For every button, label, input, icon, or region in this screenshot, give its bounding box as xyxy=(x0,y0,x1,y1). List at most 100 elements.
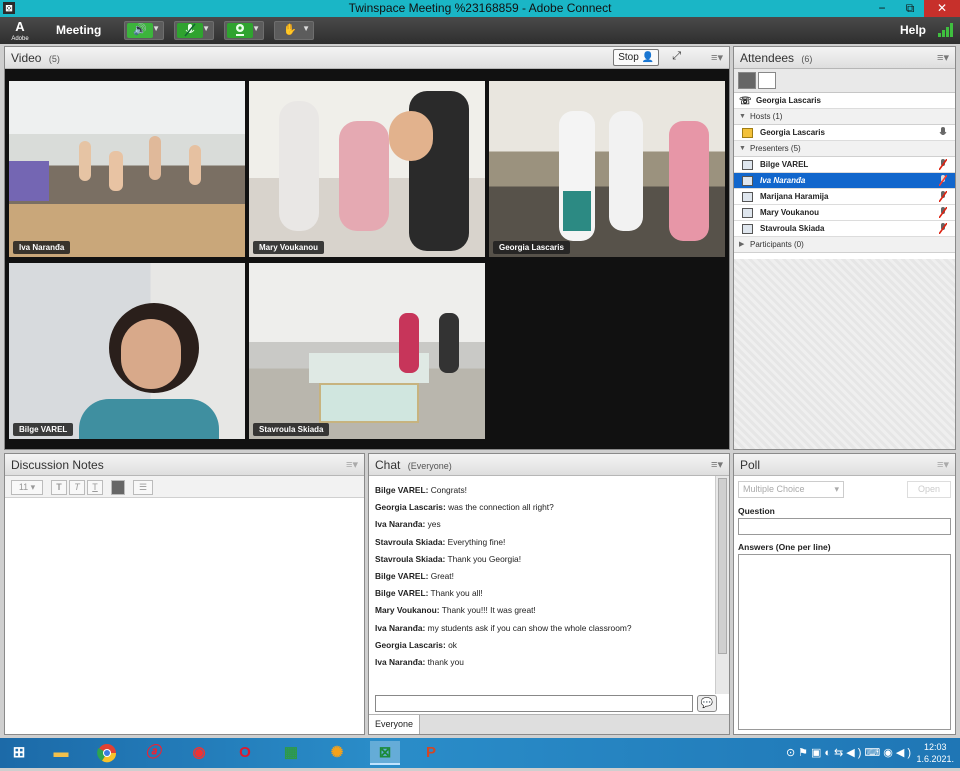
participants-group[interactable]: ▶ Participants (0) xyxy=(734,237,955,253)
poll-type-select[interactable]: Multiple Choice ▾ xyxy=(738,481,844,498)
minimize-button[interactable]: − xyxy=(868,0,896,17)
chat-message: Iva Naranđa: my students ask if you can … xyxy=(375,620,709,637)
chat-text: yes xyxy=(427,519,441,530)
italic-icon[interactable]: T xyxy=(69,480,85,495)
presenter-icon xyxy=(742,192,753,202)
chat-message: Georgia Lascaris: ok xyxy=(375,637,709,654)
chat-text: Everything fine! xyxy=(447,536,506,547)
close-button[interactable]: ✕ xyxy=(924,0,960,17)
meeting-menu[interactable]: Meeting xyxy=(56,23,101,37)
microphone-button[interactable]: ▼ xyxy=(174,21,214,40)
poll-pod-header: Poll ≡▾ xyxy=(734,454,955,476)
chat-sender: Georgia Lascaris: xyxy=(375,639,446,650)
video-tile[interactable]: Iva Naranđa xyxy=(9,81,245,257)
system-clock[interactable]: 12:03 1.6.2021. xyxy=(916,741,954,765)
status-button[interactable]: ✋ ▼ xyxy=(274,21,314,40)
app-a-icon[interactable]: ⓐ xyxy=(138,741,168,765)
calculator-icon[interactable]: ▦ xyxy=(276,741,306,765)
raise-hand-icon: ✋ xyxy=(277,23,303,38)
powerpoint-icon[interactable]: P xyxy=(416,741,446,765)
windows-taskbar: ⊞ ▬ ⓐ ◉ O ▦ ✺ ⊠ P ⊙⚑▣◐⇆◀)⌨◉◀) 12:03 1.6.… xyxy=(0,738,960,768)
attendee-row[interactable]: Stavroula Skiada xyxy=(734,221,955,237)
video-name-label: Stavroula Skiada xyxy=(253,423,330,436)
file-explorer-icon[interactable]: ▬ xyxy=(46,741,76,765)
video-tile[interactable]: Georgia Lascaris xyxy=(489,81,725,257)
video-tile[interactable]: Mary Voukanou xyxy=(249,81,485,257)
font-size-select[interactable]: 11 ▾ xyxy=(11,480,43,495)
system-tray-icons[interactable]: ⊙⚑▣◐⇆◀)⌨◉◀) xyxy=(786,746,914,759)
bullet-list-icon[interactable]: ☰ xyxy=(133,480,153,495)
chat-scrollbar[interactable] xyxy=(715,476,729,694)
attendee-row-host[interactable]: Georgia Lascaris xyxy=(734,125,955,141)
chevron-down-icon[interactable]: ▼ xyxy=(252,24,260,33)
pod-menu-icon[interactable]: ≡▾ xyxy=(937,458,949,471)
video-name-label: Bilge VAREL xyxy=(13,423,74,436)
speaker-button[interactable]: 🔊 ▼ xyxy=(124,21,164,40)
pod-menu-icon[interactable]: ≡▾ xyxy=(346,458,358,471)
attendees-pod-header: Attendees (6) ≡▾ xyxy=(734,47,955,69)
text-color-icon[interactable] xyxy=(111,480,125,495)
chat-sender: Iva Naranđa: xyxy=(375,622,426,633)
hosts-group[interactable]: ▼ Hosts (1) xyxy=(734,109,955,125)
help-menu[interactable]: Help xyxy=(900,23,926,37)
video-pod-title: Video xyxy=(11,51,42,65)
chat-text: was the connection all right? xyxy=(448,502,554,513)
chat-text: Great! xyxy=(430,570,454,581)
chat-pod-header: Chat (Everyone) ≡▾ xyxy=(369,454,729,476)
chevron-down-icon[interactable]: ▼ xyxy=(202,24,210,33)
attendee-row[interactable]: Mary Voukanou xyxy=(734,205,955,221)
poll-question-input[interactable] xyxy=(738,518,951,535)
stop-button-label: Stop xyxy=(618,52,639,63)
chat-text: ok xyxy=(448,639,457,650)
pod-menu-icon[interactable]: ≡▾ xyxy=(711,51,723,64)
stop-webcam-button[interactable]: Stop 👤 xyxy=(613,49,659,66)
notes-toolbar: 11 ▾ T T T ☰ xyxy=(5,476,364,498)
video-tile[interactable]: Stavroula Skiada xyxy=(249,263,485,439)
status-view-icon[interactable] xyxy=(758,72,776,89)
chat-text: Thank you all! xyxy=(430,588,483,599)
settings-gear-icon[interactable]: ✺ xyxy=(322,741,352,765)
attendee-name: Stavroula Skiada xyxy=(760,224,825,233)
video-grid: Iva Naranđa Mary Voukanou Georgia Lascar… xyxy=(5,69,729,449)
chat-tab-everyone[interactable]: Everyone xyxy=(369,715,421,734)
restore-button[interactable]: ⧉ xyxy=(896,0,924,17)
presenters-group[interactable]: ▼ Presenters (5) xyxy=(734,141,955,157)
video-name-label: Iva Naranđa xyxy=(13,241,71,254)
attendee-row[interactable]: Marijana Haramija xyxy=(734,189,955,205)
video-tile[interactable]: Bilge VAREL xyxy=(9,263,245,439)
video-count: (5) xyxy=(48,54,60,64)
chat-message: Bilge VAREL: Thank you all! xyxy=(375,585,709,602)
poll-open-button[interactable]: Open xyxy=(907,481,951,498)
bold-icon[interactable]: T xyxy=(51,480,67,495)
chat-text: Thank you Georgia! xyxy=(447,553,522,564)
expanded-triangle-icon: ▼ xyxy=(739,145,746,152)
send-message-icon[interactable]: 💬 xyxy=(697,695,717,712)
pod-menu-icon[interactable]: ≡▾ xyxy=(711,458,723,471)
font-size-value: 11 xyxy=(18,482,29,492)
windows-start-icon[interactable]: ⊞ xyxy=(4,741,34,765)
attendee-row[interactable]: Bilge VAREL xyxy=(734,157,955,173)
attendees-toolbar xyxy=(734,69,955,93)
chevron-down-icon[interactable]: ▼ xyxy=(302,24,310,33)
fullscreen-icon[interactable]: ⤢ xyxy=(672,50,681,63)
window-titlebar: ⊠ Twinspace Meeting %23168859 - Adobe Co… xyxy=(0,0,960,17)
microphone-muted-icon xyxy=(177,23,203,38)
list-view-icon[interactable] xyxy=(738,72,756,89)
webcam-button[interactable]: ▼ xyxy=(224,21,264,40)
chat-message: Georgia Lascaris: was the connection all… xyxy=(375,499,709,516)
attendee-row-selected[interactable]: Iva Naranđa xyxy=(734,173,955,189)
chat-sender: Iva Naranđa: xyxy=(375,519,426,530)
microphone-muted-icon xyxy=(938,190,948,203)
opera-icon[interactable]: O xyxy=(230,741,260,765)
screen-recorder-icon[interactable]: ◉ xyxy=(184,741,214,765)
chevron-down-icon: ▾ xyxy=(834,484,839,494)
chrome-icon[interactable] xyxy=(92,741,122,765)
scrollbar-thumb[interactable] xyxy=(718,478,727,654)
poll-answers-input[interactable] xyxy=(738,554,951,730)
my-name: Georgia Lascaris xyxy=(756,96,821,105)
chevron-down-icon[interactable]: ▼ xyxy=(152,24,160,33)
pod-menu-icon[interactable]: ≡▾ xyxy=(937,51,949,64)
underline-icon[interactable]: T xyxy=(87,480,103,495)
adobe-connect-taskbar-icon[interactable]: ⊠ xyxy=(370,741,400,765)
chat-input[interactable] xyxy=(375,695,693,712)
